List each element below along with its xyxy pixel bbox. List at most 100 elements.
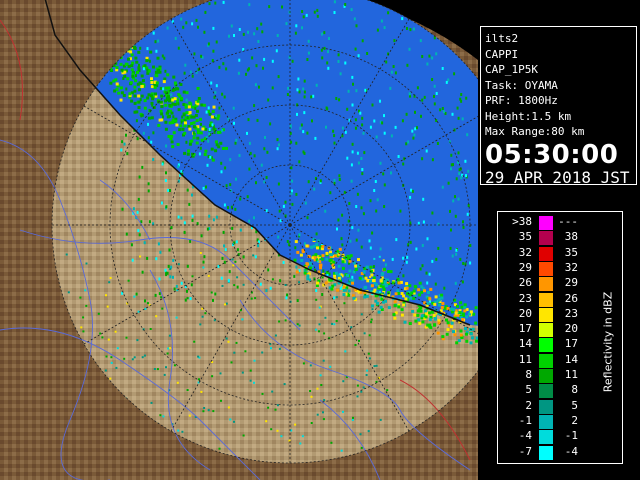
echo-pixel: [137, 50, 141, 54]
echo-pixel: [455, 248, 458, 252]
echo-pixel: [168, 334, 171, 337]
echo-pixel: [326, 107, 329, 111]
echo-pixel: [471, 327, 475, 331]
legend-lower-bound: 2: [525, 398, 532, 412]
echo-pixel: [421, 264, 424, 268]
echo-pixel: [465, 339, 469, 343]
legend-swatch: [539, 338, 553, 353]
echo-pixel: [365, 374, 368, 376]
legend-lower-bound: 14: [518, 337, 532, 351]
echo-pixel: [351, 281, 354, 285]
echo-pixel: [138, 233, 141, 237]
echo-pixel: [432, 314, 436, 317]
echo-pixel: [160, 296, 163, 299]
echo-pixel: [321, 293, 324, 296]
echo-pixel: [315, 289, 318, 292]
echo-pixel: [340, 273, 343, 276]
echo-pixel: [274, 334, 277, 337]
echo-pixel: [164, 103, 168, 107]
echo-pixel: [140, 94, 144, 98]
echo-pixel: [167, 347, 170, 350]
echo-pixel: [257, 244, 260, 248]
echo-pixel: [379, 284, 383, 288]
echo-pixel: [82, 330, 85, 333]
echo-pixel: [316, 413, 319, 416]
echo-pixel: [176, 143, 180, 146]
echo-pixel: [433, 302, 437, 306]
echo-pixel: [330, 441, 333, 444]
echo-pixel: [207, 409, 210, 412]
echo-pixel: [180, 216, 183, 220]
echo-pixel: [205, 185, 207, 189]
echo-pixel: [156, 56, 160, 60]
echo-pixel: [361, 39, 364, 43]
echo-pixel: [305, 13, 308, 17]
echo-pixel: [469, 244, 472, 247]
echo-pixel: [337, 60, 340, 63]
echo-pixel: [155, 81, 159, 85]
echo-pixel: [121, 207, 124, 211]
echo-pixel: [431, 56, 434, 60]
echo-pixel: [224, 166, 227, 170]
echo-pixel: [431, 78, 434, 81]
echo-pixel: [391, 257, 394, 261]
echo-pixel: [248, 141, 251, 145]
echo-pixel: [354, 264, 358, 268]
echo-pixel: [465, 315, 469, 319]
echo-pixel: [187, 149, 191, 153]
echo-pixel: [393, 316, 397, 320]
echo-pixel: [244, 350, 247, 353]
echo-pixel: [213, 95, 216, 99]
echo-pixel: [306, 274, 310, 278]
echo-pixel: [426, 301, 430, 305]
echo-pixel: [221, 128, 224, 132]
echo-pixel: [173, 364, 176, 367]
echo-pixel: [233, 284, 236, 287]
echo-pixel: [187, 125, 191, 128]
echo-pixel: [235, 240, 238, 244]
echo-pixel: [177, 263, 180, 266]
echo-pixel: [227, 340, 230, 343]
echo-pixel: [409, 195, 412, 199]
echo-pixel: [119, 98, 123, 102]
echo-pixel: [276, 138, 279, 142]
echo-pixel: [131, 74, 135, 78]
echo-pixel: [299, 253, 303, 257]
echo-pixel: [455, 177, 458, 181]
echo-pixel: [296, 112, 298, 116]
echo-pixel: [362, 212, 365, 216]
echo-pixel: [333, 11, 336, 14]
echo-pixel: [125, 336, 128, 339]
echo-pixel: [295, 141, 298, 145]
echo-pixel: [114, 330, 117, 333]
echo-pixel: [278, 320, 281, 323]
echo-pixel: [221, 147, 225, 150]
echo-pixel: [296, 299, 299, 302]
echo-pixel: [316, 14, 319, 18]
echo-pixel: [169, 268, 172, 271]
echo-pixel: [114, 78, 118, 82]
echo-pixel: [139, 46, 142, 50]
legend-row: 35 38: [498, 230, 594, 246]
echo-pixel: [416, 309, 420, 313]
echo-pixel: [302, 87, 305, 91]
echo-pixel: [277, 75, 280, 79]
legend-lower-bound: >38: [512, 215, 532, 228]
legend-upper-bound: 35: [564, 245, 578, 259]
echo-pixel: [246, 68, 249, 72]
echo-pixel: [428, 311, 432, 315]
echo-pixel: [397, 305, 401, 309]
echo-pixel: [304, 201, 307, 205]
echo-pixel: [175, 87, 178, 91]
echo-pixel: [218, 106, 221, 110]
legend-swatch: [539, 384, 553, 399]
echo-pixel: [253, 216, 255, 220]
echo-pixel: [172, 258, 175, 262]
echo-pixel: [324, 209, 327, 213]
echo-pixel: [181, 127, 185, 131]
echo-pixel: [313, 187, 316, 191]
echo-pixel: [327, 66, 330, 70]
echo-pixel: [375, 283, 378, 287]
echo-pixel: [200, 54, 203, 58]
echo-pixel: [335, 97, 338, 100]
